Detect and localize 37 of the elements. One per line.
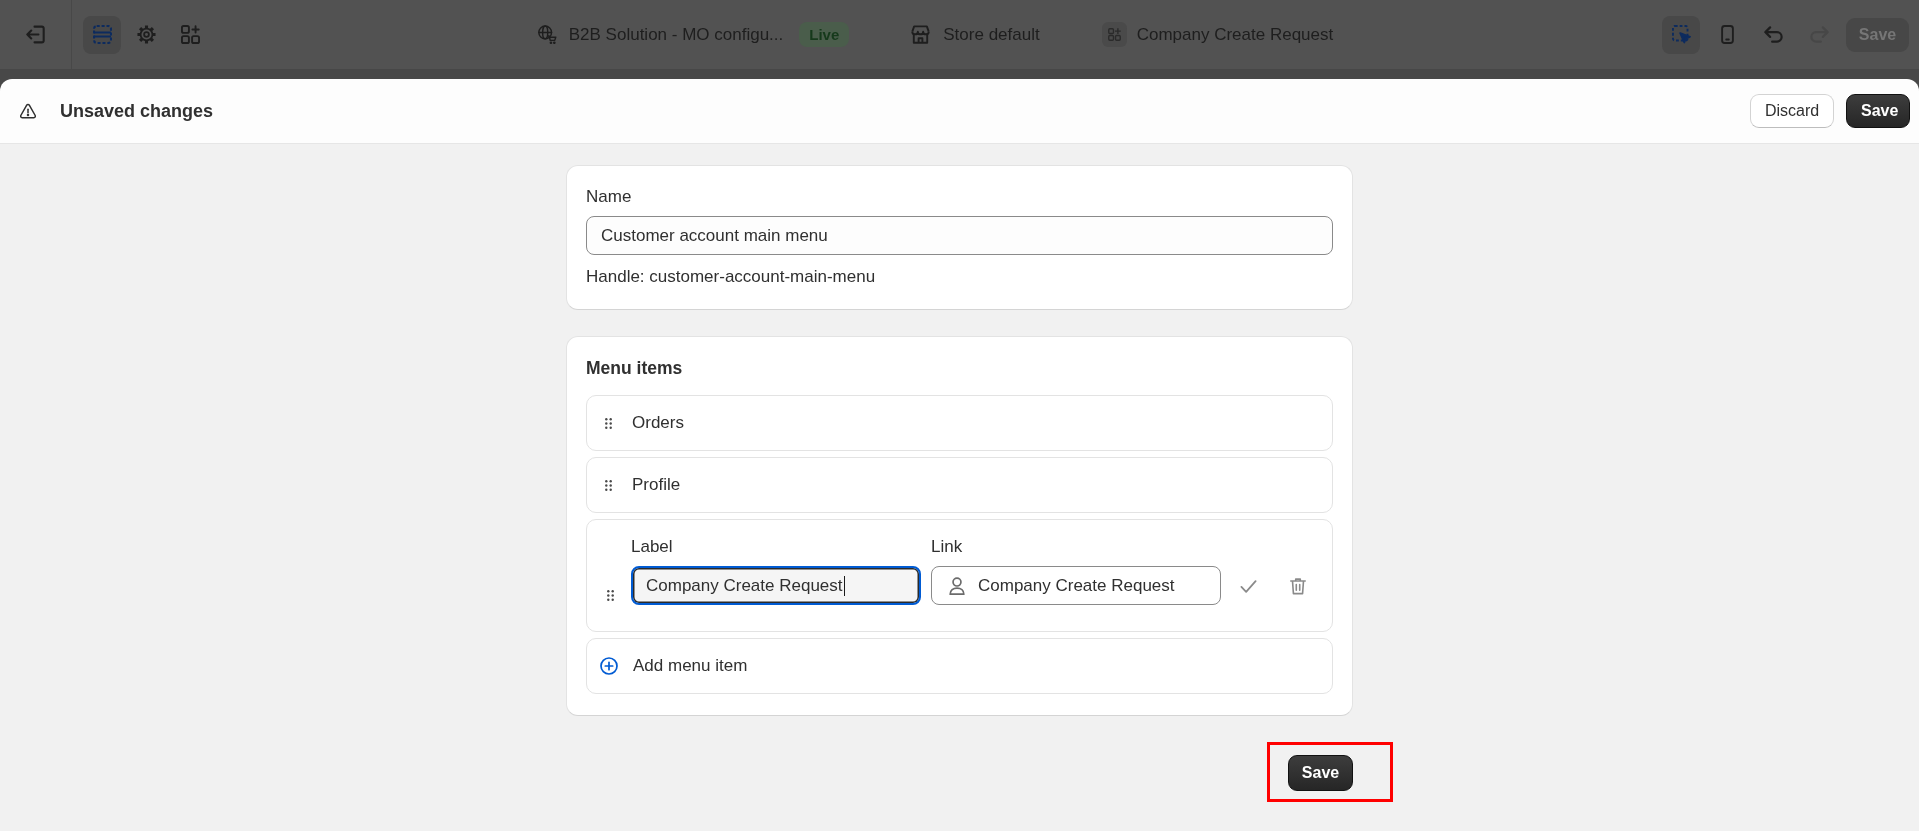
sections-icon	[92, 25, 112, 44]
menu-item-row[interactable]: Profile	[586, 457, 1333, 513]
plus-circle-icon	[600, 657, 618, 675]
discard-button[interactable]: Discard	[1750, 94, 1834, 128]
unsaved-changes-title: Unsaved changes	[60, 100, 214, 122]
menu-items-title: Menu items	[586, 357, 683, 379]
label-input[interactable]: Company Create Request	[631, 566, 921, 605]
add-menu-item-button[interactable]: Add menu item	[586, 638, 1333, 694]
name-input[interactable]: Customer account main menu	[586, 216, 1333, 255]
menu-item-row[interactable]: Orders	[586, 395, 1333, 451]
globe-cart-icon	[537, 25, 557, 44]
menu-item-label: Profile	[632, 475, 681, 495]
field-label: Label	[631, 537, 673, 557]
drag-handle-icon[interactable]	[605, 417, 612, 429]
exit-icon	[26, 25, 45, 44]
text-cursor-icon	[843, 575, 846, 596]
person-icon	[949, 576, 965, 595]
sections-button[interactable]	[83, 15, 121, 54]
save-button[interactable]: Save	[1288, 755, 1353, 791]
menu-item-label: Orders	[632, 413, 684, 433]
warning-icon	[20, 103, 36, 119]
store-icon	[911, 25, 931, 44]
field-label: Link	[931, 537, 963, 557]
inspector-button[interactable]	[1662, 15, 1700, 54]
grid-plus-icon	[180, 25, 200, 44]
page-grid-icon	[1101, 22, 1127, 47]
trash-icon	[1290, 577, 1306, 595]
drag-handle-icon[interactable]	[607, 590, 614, 601]
drag-handle-icon[interactable]	[605, 479, 612, 491]
save-button[interactable]: Save	[1846, 94, 1910, 128]
link-input[interactable]: Company Create Request	[931, 566, 1221, 605]
handle-text: Handle: customer-account-main-menu	[586, 267, 876, 287]
cursor-select-icon	[1671, 25, 1691, 44]
check-icon	[1239, 579, 1257, 593]
settings-icon	[136, 25, 156, 44]
name-label: Name	[586, 187, 632, 207]
undo-icon	[1763, 25, 1783, 44]
